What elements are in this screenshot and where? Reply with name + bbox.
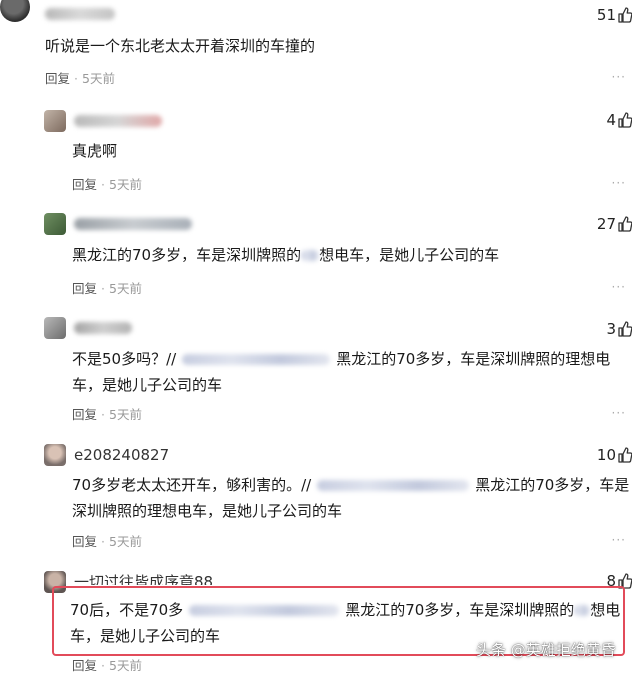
comment-text-part: 黑龙江的70多岁，车是: [475, 476, 630, 494]
username[interactable]: e208240827: [74, 446, 169, 464]
username-blurred[interactable]: [45, 8, 115, 20]
like-count: 4: [606, 111, 616, 129]
reply-button[interactable]: 回复: [45, 71, 70, 86]
comment-text-part: 想电车，是她儿子公司的车: [319, 246, 500, 264]
blurred-text: [182, 354, 331, 365]
comment-text-part: 深圳牌照的理想电车，是她儿子公司的车: [72, 502, 343, 520]
like-count: 3: [606, 320, 616, 338]
comment-meta: 回复 · 5天前: [45, 71, 115, 86]
comment-text: 黑龙江的70多岁，车是深圳牌照的 想电车，是她儿子公司的车: [72, 242, 499, 268]
timestamp: 5天前: [109, 407, 142, 422]
more-options-icon[interactable]: ···: [612, 406, 626, 420]
username-blurred[interactable]: [74, 115, 162, 127]
username-blurred[interactable]: [74, 322, 132, 334]
comment-meta: 回复 · 5天前: [72, 407, 142, 422]
thumbs-up-icon[interactable]: [618, 216, 632, 232]
reply-button[interactable]: 回复: [72, 658, 97, 673]
comment-meta: 回复 · 5天前: [72, 658, 142, 673]
reply-button[interactable]: 回复: [72, 407, 97, 422]
blurred-text: [317, 480, 470, 491]
avatar[interactable]: [44, 444, 66, 466]
comment-text: 70多岁老太太还开车，够利害的。// 黑龙江的70多岁，车是 深圳牌照的理想电车，…: [72, 472, 629, 524]
like-count: 51: [596, 6, 616, 24]
timestamp: 5天前: [109, 534, 142, 549]
reply-button[interactable]: 回复: [72, 281, 97, 296]
more-options-icon[interactable]: ···: [612, 70, 626, 84]
comment-text-part: 不是50多吗？//: [72, 350, 177, 368]
username[interactable]: 一切过往皆成序章88: [74, 571, 213, 585]
timestamp: 5天前: [109, 658, 142, 673]
more-options-icon[interactable]: ···: [612, 176, 626, 190]
timestamp: 5天前: [109, 177, 142, 192]
like-count: 27: [596, 215, 616, 233]
thumbs-up-icon[interactable]: [618, 7, 632, 23]
thumbs-up-icon[interactable]: [618, 447, 632, 463]
like-count: 10: [596, 446, 616, 464]
comment-text-part: 黑龙江的70多岁，车是深圳牌照的: [72, 246, 302, 264]
avatar[interactable]: [44, 110, 66, 132]
more-options-icon[interactable]: ···: [612, 280, 626, 294]
comment-text-part: 车，是她儿子公司的车: [72, 376, 223, 394]
comment-meta: 回复 · 5天前: [72, 534, 142, 549]
comment-meta: 回复 · 5天前: [72, 281, 142, 296]
thumbs-up-icon[interactable]: [618, 112, 632, 128]
comment-meta: 回复 · 5天前: [72, 177, 142, 192]
username-blurred[interactable]: [74, 218, 192, 230]
avatar[interactable]: [44, 213, 66, 235]
reply-button[interactable]: 回复: [72, 177, 97, 192]
avatar[interactable]: [44, 317, 66, 339]
timestamp: 5天前: [109, 281, 142, 296]
more-options-icon[interactable]: ···: [612, 533, 626, 547]
comment-text-part: 70多岁老太太还开车，够利害的。//: [72, 476, 312, 494]
comment-text: 听说是一个东北老太太开着深圳的车撞的: [45, 37, 316, 55]
comment-text: 不是50多吗？// 黑龙江的70多岁，车是深圳牌照的理想电 车，是她儿子公司的车: [72, 346, 620, 398]
blurred-text: [301, 250, 320, 261]
avatar[interactable]: [0, 0, 30, 22]
comment-text: 真虎啊: [72, 142, 118, 160]
reply-button[interactable]: 回复: [72, 534, 97, 549]
timestamp: 5天前: [82, 71, 115, 86]
watermark: 头条 @英雄拒绝黄昏: [476, 641, 616, 659]
comment-text-part: 黑龙江的70多岁，车是深圳牌照的理想电: [336, 350, 611, 368]
thumbs-up-icon[interactable]: [618, 321, 632, 337]
